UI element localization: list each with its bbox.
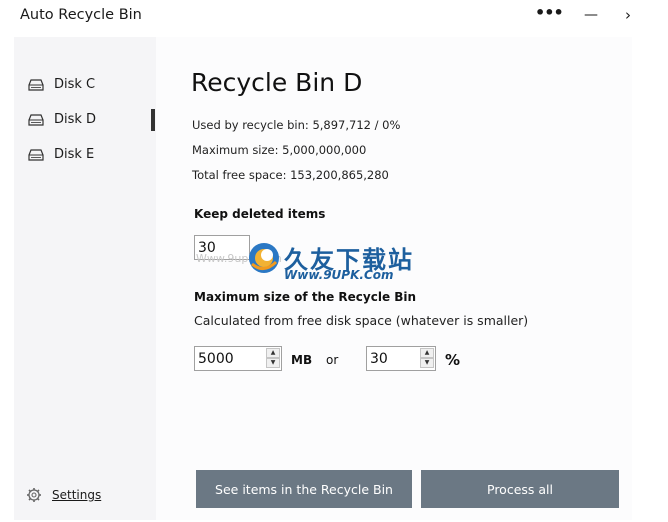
minimize-icon[interactable]: — [584,7,598,23]
see-items-button[interactable]: See items in the Recycle Bin [196,470,412,508]
size-percent-input[interactable] [367,347,420,370]
sidebar-item-disk-e[interactable]: Disk E [28,143,156,169]
size-percent-stepper[interactable]: ▲ ▼ [366,346,436,371]
spin-down-icon[interactable]: ▼ [420,358,434,368]
max-size-description: Calculated from free disk space (whateve… [194,313,529,328]
mb-unit-label: MB [291,353,313,367]
maximum-size-info: Maximum size: 5,000,000,000 [192,143,367,157]
gear-icon [27,488,41,502]
spin-up-icon[interactable]: ▲ [266,348,280,358]
size-mb-stepper[interactable]: ▲ ▼ [194,346,282,371]
sidebar-item-label: Disk C [54,77,96,92]
settings-label[interactable]: Settings [52,488,101,502]
percent-unit-label: % [445,351,461,369]
max-size-title: Maximum size of the Recycle Bin [194,290,417,304]
sidebar: Disk C Disk D Disk E Settings [14,37,156,520]
more-options-icon[interactable]: ••• [535,3,564,22]
title-bar: Auto Recycle Bin ••• — › [0,0,668,34]
spin-up-icon[interactable]: ▲ [420,348,434,358]
size-mb-input[interactable] [195,347,266,370]
drive-icon [28,114,44,126]
used-by-recycle-bin: Used by recycle bin: 5,897,712 / 0% [192,118,401,132]
spin-down-icon[interactable]: ▼ [266,358,280,368]
close-icon[interactable]: › [625,6,631,24]
page-title: Recycle Bin D [191,68,363,97]
size-mb-spin-buttons: ▲ ▼ [266,348,280,369]
keep-days-stepper[interactable] [194,235,250,260]
or-label: or [326,353,339,367]
sidebar-item-disk-d[interactable]: Disk D [28,108,156,134]
process-all-button[interactable]: Process all [421,470,619,508]
total-free-space: Total free space: 153,200,865,280 [192,168,389,182]
sidebar-item-label: Disk D [54,112,97,127]
sidebar-item-disk-c[interactable]: Disk C [28,73,156,99]
size-percent-spin-buttons: ▲ ▼ [420,348,434,369]
app-title: Auto Recycle Bin [20,7,142,23]
keep-deleted-title: Keep deleted items [194,207,326,221]
sidebar-item-label: Disk E [54,147,95,162]
drive-icon [28,149,44,161]
keep-days-input[interactable] [195,236,236,259]
drive-icon [28,79,44,91]
selected-indicator [151,109,155,131]
main-panel: Recycle Bin D Used by recycle bin: 5,897… [156,37,632,520]
